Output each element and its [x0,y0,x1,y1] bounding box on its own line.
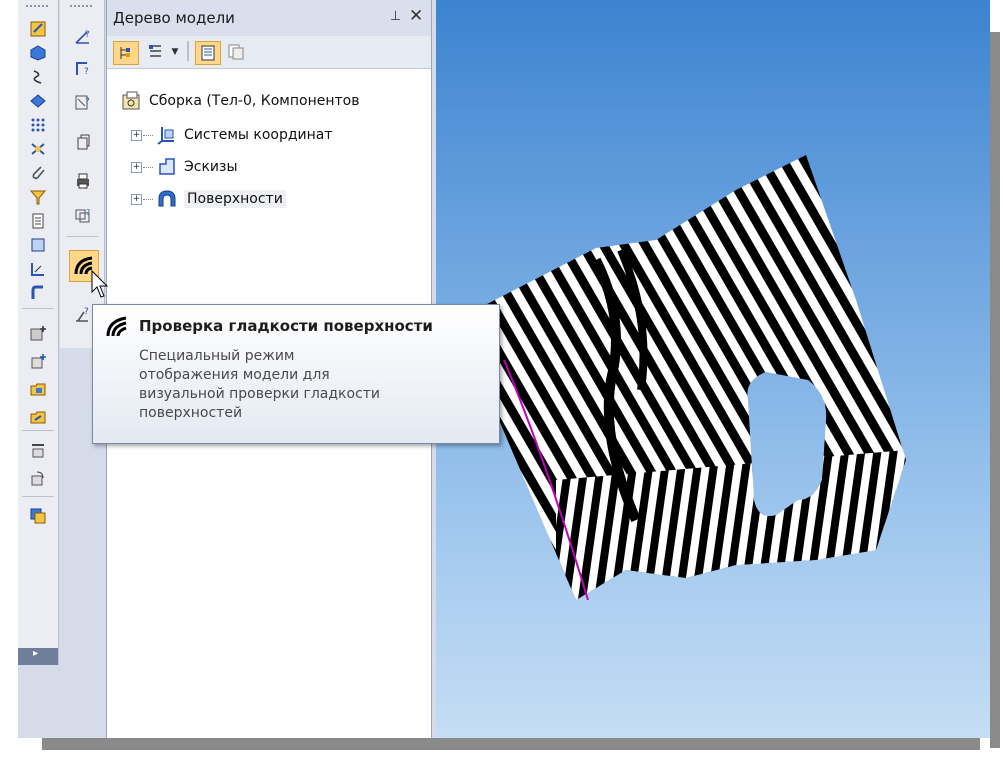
expand-icon[interactable]: + [131,129,142,141]
solid-cube-icon[interactable] [27,42,49,64]
application-window: ▸ ? ? ? ? ? Дерево модели ⊥ ✕ ▼ Сборка (… [18,0,990,738]
tree-root-assembly[interactable]: Сборка (Тел-0, Компонентов [121,90,359,112]
close-icon[interactable]: ✕ [409,6,423,26]
mate-icon[interactable] [27,440,49,462]
frame-icon[interactable] [27,234,49,256]
svg-text:?: ? [85,97,90,107]
properties-icon[interactable] [195,41,221,65]
separator [22,308,54,309]
view-part-icon[interactable] [72,132,94,154]
tree-item-coordinate-systems[interactable]: + Системы координат [131,124,333,146]
tree-mode-icon[interactable] [145,41,167,63]
tooltip-line: визуальной проверки гладкости [139,386,381,402]
deviation-help-icon[interactable]: ? [72,304,94,326]
panel-toolbar: ▼ [107,36,431,69]
svg-text:?: ? [86,208,90,217]
window-shadow-right [990,32,1000,748]
separator [187,41,189,61]
assembly-icon [122,91,140,110]
tree-view-icon[interactable] [113,41,139,65]
edit-mode-icon[interactable] [27,18,49,40]
tree-item-label: Поверхности [184,190,286,208]
separator [66,236,98,237]
spline-icon[interactable] [27,66,49,88]
open-component-icon[interactable] [27,378,49,400]
tooltip-description: Специальный режим отображения модели для… [139,347,479,423]
svg-text:?: ? [85,30,90,40]
mouse-cursor [91,270,109,298]
expand-icon[interactable]: + [131,193,142,205]
check-collisions-icon[interactable]: ? [72,204,94,226]
svg-text:?: ? [84,67,89,77]
tree-item-label: Системы координат [184,127,333,143]
document-icon[interactable] [27,210,49,232]
open-folder-icon[interactable] [27,406,49,428]
tooltip-line: поверхностей [139,405,243,421]
tooltip: Проверка гладкости поверхности Специальн… [92,304,500,444]
filter-icon[interactable] [27,186,49,208]
insert-component-icon[interactable] [27,350,49,372]
tree-item-label: Эскизы [184,159,238,175]
tree-root-label: Сборка (Тел-0, Компонентов [149,93,360,109]
surfaces-icon [158,190,176,207]
print-icon[interactable] [72,170,94,192]
tree-item-sketches[interactable]: + Эскизы [131,156,238,178]
attach-icon[interactable] [27,162,49,184]
coordinate-systems-icon [157,127,174,145]
separator [22,496,54,497]
toolbar-grip[interactable] [70,5,92,9]
section-help-icon[interactable]: ? [72,92,94,114]
tree-item-surfaces[interactable]: + Поверхности [131,188,286,210]
separator [22,430,54,431]
pin-icon[interactable]: ⊥ [390,9,401,24]
sheet-metal-icon[interactable] [27,282,49,304]
tooltip-line: Специальный режим [139,348,295,364]
dropdown-arrow-icon[interactable]: ▼ [169,41,181,63]
surface-icon[interactable] [27,90,49,112]
array-icon[interactable] [27,114,49,136]
sketches-icon [159,158,175,175]
panel-title: Дерево модели [113,9,235,27]
compact-toolbar: ▸ [18,0,59,665]
copy-properties-icon[interactable] [225,41,247,63]
zebra-surface [456,155,906,601]
auxiliary-geometry-icon[interactable] [27,138,49,160]
add-component-icon[interactable] [27,322,49,344]
toolbar-grip[interactable] [26,5,48,9]
angle-help-icon[interactable]: ? [72,26,94,48]
panel-header: Дерево модели ⊥ ✕ [107,0,431,36]
assembly-spec-icon[interactable] [27,505,49,527]
toolbar-expand-button[interactable]: ▸ [18,648,58,665]
zebra-stripes-icon [106,316,127,337]
move-component-icon[interactable] [27,468,49,490]
model-viewport[interactable] [436,0,990,738]
svg-text:?: ? [84,307,89,317]
tooltip-line: отображения модели для [139,367,330,383]
measure-icon[interactable] [27,258,49,280]
bend-help-icon[interactable]: ? [72,58,94,80]
window-shadow-bottom [42,738,980,750]
expand-icon[interactable]: + [131,161,142,173]
tooltip-title: Проверка гладкости поверхности [139,317,433,335]
